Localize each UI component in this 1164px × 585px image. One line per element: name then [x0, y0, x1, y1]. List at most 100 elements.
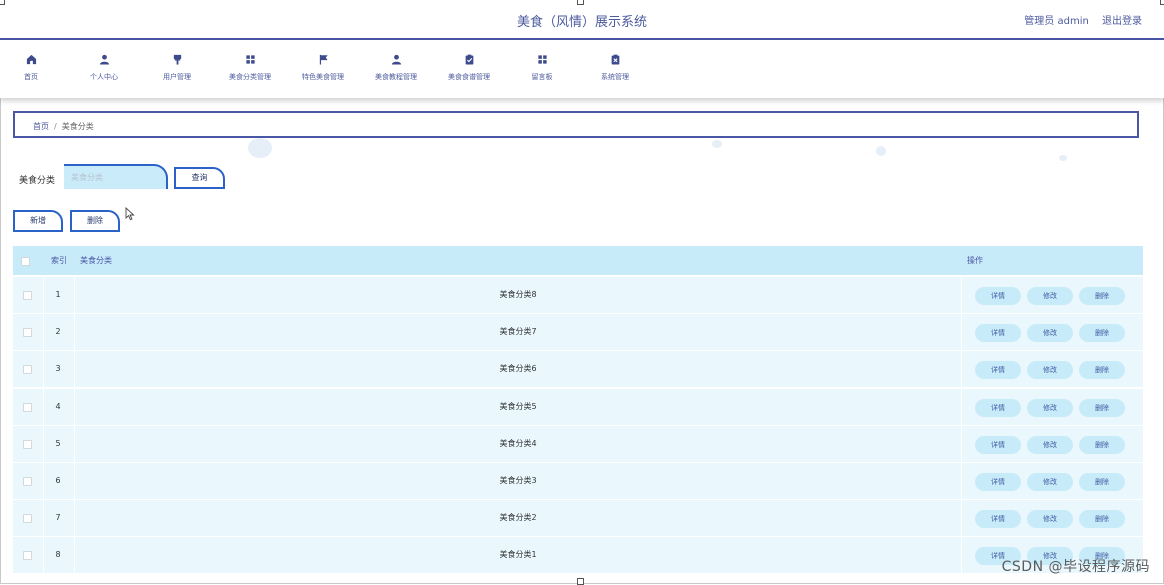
- row-category-name: 美食分类5: [499, 401, 537, 411]
- nav-item-personal-center[interactable]: 个人中心: [71, 54, 137, 82]
- column-divider: [961, 500, 962, 537]
- breadcrumb-separator: /: [54, 122, 57, 131]
- row-index: 5: [55, 438, 61, 448]
- select-all-checkbox[interactable]: [21, 257, 30, 266]
- row-checkbox[interactable]: [23, 328, 32, 338]
- app-title: 美食（风情）展示系统: [516, 15, 647, 30]
- nav-item-home[interactable]: 首页: [0, 54, 64, 82]
- row-category-name: 美食分类2: [499, 513, 537, 523]
- nav-item-label: 留言板: [531, 73, 553, 81]
- search-label: 美食分类: [19, 176, 56, 186]
- flag-icon: [319, 54, 328, 65]
- delete-button[interactable]: 删除: [1079, 287, 1125, 305]
- resize-handle[interactable]: [577, 0, 584, 5]
- column-divider: [961, 314, 962, 351]
- column-divider: [961, 351, 962, 388]
- admin-username: 管理员 admin: [1024, 16, 1089, 27]
- column-divider: [43, 388, 44, 425]
- table-row: 5 美食分类4 详情 修改 删除: [13, 424, 1143, 462]
- decorative-bubble: [876, 146, 886, 156]
- table-row: 3 美食分类6 详情 修改 删除: [13, 350, 1143, 388]
- grid-icon: [537, 55, 547, 64]
- nav-item-recipe[interactable]: 美食食谱管理: [436, 54, 502, 82]
- column-divider: [43, 314, 44, 351]
- resize-handle[interactable]: [0, 0, 5, 5]
- detail-button[interactable]: 详情: [975, 287, 1021, 305]
- column-divider: [74, 500, 75, 537]
- nav-item-system-management[interactable]: 系统管理: [582, 54, 648, 82]
- detail-button[interactable]: 详情: [975, 473, 1021, 491]
- nav-item-food-category[interactable]: 美食分类管理: [217, 54, 283, 82]
- breadcrumb: 首页 / 美食分类: [13, 111, 1139, 138]
- header-index: 索引: [51, 256, 67, 265]
- resize-handle[interactable]: [1160, 0, 1164, 5]
- column-divider: [74, 351, 75, 388]
- delete-button[interactable]: 删除: [1079, 510, 1125, 529]
- detail-button[interactable]: 详情: [975, 398, 1021, 417]
- row-checkbox[interactable]: [23, 365, 32, 375]
- edit-button[interactable]: 修改: [1027, 361, 1073, 380]
- nav-item-food-tutorial[interactable]: 美食教程管理: [363, 54, 429, 82]
- detail-button[interactable]: 详情: [975, 510, 1021, 529]
- column-divider: [961, 537, 962, 574]
- row-category-name: 美食分类7: [499, 327, 537, 337]
- row-checkbox[interactable]: [23, 477, 32, 486]
- brush-icon: [173, 54, 181, 65]
- header-user-area: 管理员 admin 退出登录: [1014, 12, 1142, 27]
- nav-item-special-food[interactable]: 特色美食管理: [290, 54, 356, 82]
- row-checkbox[interactable]: [23, 291, 32, 300]
- batch-delete-button[interactable]: 删除: [70, 210, 120, 232]
- edit-button[interactable]: 修改: [1027, 324, 1073, 343]
- delete-button[interactable]: 删除: [1079, 473, 1125, 491]
- add-button[interactable]: 新增: [13, 210, 63, 232]
- breadcrumb-home[interactable]: 首页: [33, 122, 49, 131]
- row-checkbox[interactable]: [23, 402, 32, 412]
- table-row: 6 美食分类3 详情 修改 删除: [13, 462, 1143, 499]
- table-row: 4 美食分类5 详情 修改 删除: [13, 387, 1143, 425]
- column-divider: [961, 463, 962, 499]
- table-row: 1 美食分类8 详情 修改 删除: [13, 276, 1143, 313]
- column-divider: [74, 277, 75, 313]
- nav-item-label: 系统管理: [601, 73, 629, 81]
- delete-button[interactable]: 删除: [1079, 324, 1125, 343]
- detail-button[interactable]: 详情: [975, 435, 1021, 454]
- row-checkbox[interactable]: [23, 551, 32, 561]
- edit-button[interactable]: 修改: [1027, 473, 1073, 491]
- column-divider: [74, 425, 75, 462]
- nav-item-label: 美食教程管理: [375, 73, 417, 81]
- query-button[interactable]: 查询: [174, 167, 225, 189]
- table-row: 2 美食分类7 详情 修改 删除: [13, 313, 1143, 351]
- edit-button[interactable]: 修改: [1027, 510, 1073, 529]
- detail-button[interactable]: 详情: [975, 324, 1021, 343]
- nav-item-label: 首页: [24, 73, 38, 81]
- top-header: 美食（风情）展示系统 管理员 admin 退出登录: [0, 0, 1164, 40]
- column-divider: [43, 500, 44, 537]
- detail-button[interactable]: 详情: [975, 361, 1021, 380]
- header-name: 美食分类: [80, 256, 112, 265]
- table-row: 8 美食分类1 详情 修改 删除: [13, 536, 1143, 574]
- category-search-input[interactable]: [64, 164, 168, 189]
- nav-item-user-management[interactable]: 用户管理: [144, 54, 210, 82]
- row-index: 7: [55, 513, 61, 523]
- edit-button[interactable]: 修改: [1027, 398, 1073, 417]
- column-divider: [961, 388, 962, 425]
- nav-item-message-board[interactable]: 留言板: [509, 54, 575, 82]
- column-divider: [74, 314, 75, 351]
- column-divider: [43, 463, 44, 499]
- mouse-cursor-icon: [125, 207, 135, 221]
- edit-button[interactable]: 修改: [1027, 287, 1073, 305]
- row-category-name: 美食分类3: [499, 476, 537, 485]
- table-row: 7 美食分类2 详情 修改 删除: [13, 499, 1143, 537]
- row-checkbox[interactable]: [23, 514, 32, 524]
- row-checkbox[interactable]: [23, 439, 32, 449]
- nav-item-label: 个人中心: [90, 73, 118, 81]
- delete-button[interactable]: 删除: [1079, 435, 1125, 454]
- edit-button[interactable]: 修改: [1027, 435, 1073, 454]
- delete-button[interactable]: 删除: [1079, 398, 1125, 417]
- column-divider: [43, 277, 44, 313]
- breadcrumb-current: 美食分类: [61, 122, 94, 131]
- row-index: 8: [55, 550, 61, 560]
- column-divider: [43, 425, 44, 462]
- delete-button[interactable]: 删除: [1079, 361, 1125, 380]
- logout-link[interactable]: 退出登录: [1102, 16, 1142, 27]
